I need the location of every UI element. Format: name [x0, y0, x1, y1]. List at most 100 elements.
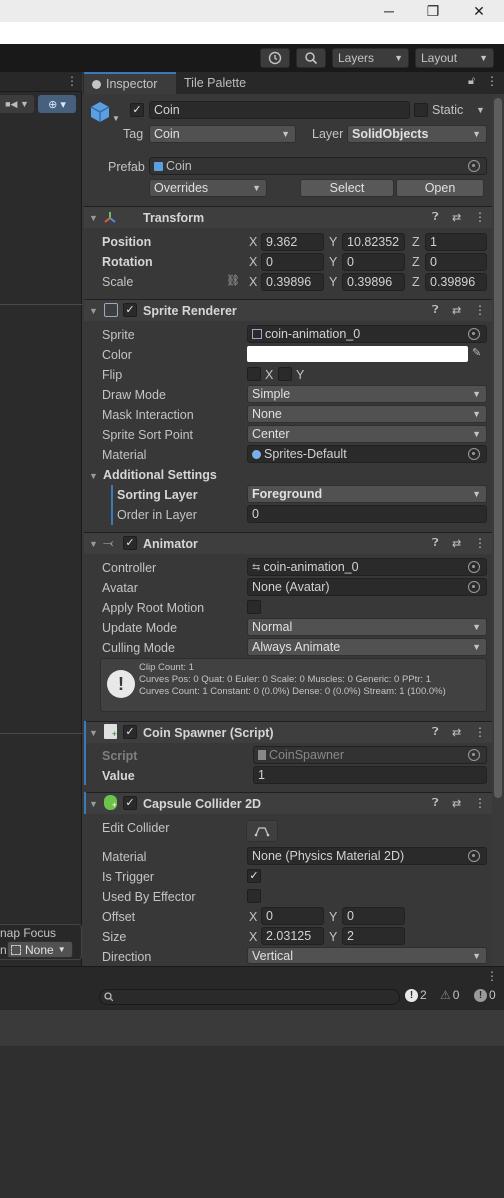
offset-x-field[interactable]: 0: [261, 907, 324, 925]
help-icon[interactable]: ❓︎: [432, 211, 439, 224]
color-swatch[interactable]: [247, 346, 468, 362]
presets-icon[interactable]: ⇄: [452, 304, 461, 317]
fold-arrow-icon[interactable]: ▼: [89, 213, 98, 223]
more-options-icon[interactable]: ⋮: [486, 969, 498, 983]
prefab-field[interactable]: Coin: [149, 157, 487, 175]
help-icon[interactable]: ❓︎: [432, 537, 439, 550]
more-options-icon[interactable]: ⋮: [474, 210, 486, 224]
material-field[interactable]: Sprites-Default: [247, 445, 487, 463]
link-icon[interactable]: ⛓︎: [226, 274, 240, 287]
chevron-down-icon[interactable]: ▼: [476, 105, 485, 115]
fold-arrow-icon[interactable]: ▼: [89, 471, 98, 481]
more-options-icon[interactable]: ⋮: [66, 74, 78, 88]
object-picker-icon[interactable]: [468, 328, 480, 340]
tag-dropdown[interactable]: Coin ▼: [149, 125, 296, 143]
animator-enabled-checkbox[interactable]: ✓: [123, 536, 137, 550]
object-name-field[interactable]: Coin: [149, 101, 410, 119]
console-search-input[interactable]: [99, 989, 400, 1005]
camera-dropdown[interactable]: ■◀ ▼: [0, 95, 34, 113]
object-picker-icon[interactable]: [468, 581, 480, 593]
more-options-icon[interactable]: ⋮: [486, 74, 498, 88]
rotation-z-field[interactable]: 0: [425, 253, 487, 271]
scrollbar-thumb[interactable]: [494, 98, 502, 798]
maximize-button[interactable]: ❐: [410, 0, 456, 22]
lock-icon[interactable]: 🔓︎: [468, 75, 475, 88]
active-checkbox[interactable]: ✓: [130, 103, 144, 117]
open-button[interactable]: Open: [396, 179, 484, 197]
object-picker-icon[interactable]: [468, 850, 480, 862]
collider-material-field[interactable]: None (Physics Material 2D): [247, 847, 487, 865]
fold-arrow-icon[interactable]: ▼: [89, 799, 98, 809]
fold-arrow-icon[interactable]: ▼: [89, 306, 98, 316]
sprite-sort-point-dropdown[interactable]: Center ▼: [247, 425, 487, 443]
overrides-dropdown[interactable]: Overrides ▼: [149, 179, 267, 197]
additional-settings-label[interactable]: Additional Settings: [103, 468, 217, 482]
layers-dropdown[interactable]: Layers ▼: [332, 48, 409, 68]
presets-icon[interactable]: ⇄: [452, 797, 461, 810]
offset-y-field[interactable]: 0: [342, 907, 405, 925]
gizmos-button[interactable]: ⊕ ▾: [38, 95, 76, 113]
sprite-renderer-enabled-checkbox[interactable]: ✓: [123, 303, 137, 317]
culling-mode-dropdown[interactable]: Always Animate ▼: [247, 638, 487, 656]
edit-collider-button[interactable]: [246, 820, 278, 842]
help-icon[interactable]: ❓︎: [432, 304, 439, 317]
help-icon[interactable]: ❓︎: [432, 797, 439, 810]
size-y-field[interactable]: 2: [342, 927, 405, 945]
map-focus-dropdown[interactable]: None ▼: [7, 941, 73, 958]
update-mode-dropdown[interactable]: Normal ▼: [247, 618, 487, 636]
minimize-button[interactable]: ─: [366, 0, 412, 22]
history-button[interactable]: [260, 48, 290, 68]
draw-mode-dropdown[interactable]: Simple ▼: [247, 385, 487, 403]
coin-spawner-enabled-checkbox[interactable]: ✓: [123, 725, 137, 739]
position-y-field[interactable]: 10.82352: [342, 233, 405, 251]
presets-icon[interactable]: ⇄: [452, 211, 461, 224]
value-field[interactable]: 1: [253, 766, 487, 784]
rotation-y-field[interactable]: 0: [342, 253, 405, 271]
mask-interaction-dropdown[interactable]: None ▼: [247, 405, 487, 423]
layout-dropdown[interactable]: Layout ▼: [415, 48, 494, 68]
search-button[interactable]: [296, 48, 326, 68]
rotation-x-field[interactable]: 0: [261, 253, 324, 271]
icon-dropdown-caret[interactable]: ▼: [112, 114, 120, 123]
scale-z-field[interactable]: 0.39896: [425, 273, 487, 291]
sorting-layer-dropdown[interactable]: Foreground ▼: [247, 485, 487, 503]
more-options-icon[interactable]: ⋮: [474, 796, 486, 810]
select-button[interactable]: Select: [300, 179, 394, 197]
static-checkbox[interactable]: [414, 103, 428, 117]
eyedropper-icon[interactable]: ✎: [472, 346, 481, 359]
layer-dropdown[interactable]: SolidObjects ▼: [347, 125, 487, 143]
object-picker-icon[interactable]: [468, 561, 480, 573]
scene-view[interactable]: [0, 72, 82, 966]
is-trigger-checkbox[interactable]: ✓: [247, 869, 261, 883]
used-by-effector-checkbox[interactable]: [247, 889, 261, 903]
position-z-field[interactable]: 1: [425, 233, 487, 251]
avatar-field[interactable]: None (Avatar): [247, 578, 487, 596]
presets-icon[interactable]: ⇄: [452, 726, 461, 739]
position-x-field[interactable]: 9.362: [261, 233, 324, 251]
direction-dropdown[interactable]: Vertical ▼: [247, 947, 487, 964]
presets-icon[interactable]: ⇄: [452, 537, 461, 550]
size-x-field[interactable]: 2.03125: [261, 927, 324, 945]
console-message-toggle[interactable]: ! 0: [474, 988, 496, 1002]
tab-tile-palette[interactable]: Tile Palette: [176, 72, 268, 94]
console-warning-toggle[interactable]: ⚠︎ 0: [440, 988, 459, 1002]
more-options-icon[interactable]: ⋮: [474, 536, 486, 550]
scale-y-field[interactable]: 0.39896: [342, 273, 405, 291]
order-in-layer-field[interactable]: 0: [247, 505, 487, 523]
more-options-icon[interactable]: ⋮: [474, 303, 486, 317]
close-button[interactable]: ✕: [456, 0, 502, 22]
apply-root-motion-checkbox[interactable]: [247, 600, 261, 614]
flip-y-checkbox[interactable]: [278, 367, 292, 381]
console-error-toggle[interactable]: ! 2: [405, 988, 427, 1002]
help-icon[interactable]: ❓︎: [432, 726, 439, 739]
object-picker-icon[interactable]: [468, 448, 480, 460]
scale-x-field[interactable]: 0.39896: [261, 273, 324, 291]
sprite-field[interactable]: coin-animation_0: [247, 325, 487, 343]
controller-field[interactable]: ⇆ coin-animation_0: [247, 558, 487, 576]
tab-inspector[interactable]: Inspector: [84, 72, 176, 94]
fold-arrow-icon[interactable]: ▼: [89, 728, 98, 738]
capsule-collider-enabled-checkbox[interactable]: ✓: [123, 796, 137, 810]
flip-x-checkbox[interactable]: [247, 367, 261, 381]
fold-arrow-icon[interactable]: ▼: [89, 539, 98, 549]
more-options-icon[interactable]: ⋮: [474, 725, 486, 739]
